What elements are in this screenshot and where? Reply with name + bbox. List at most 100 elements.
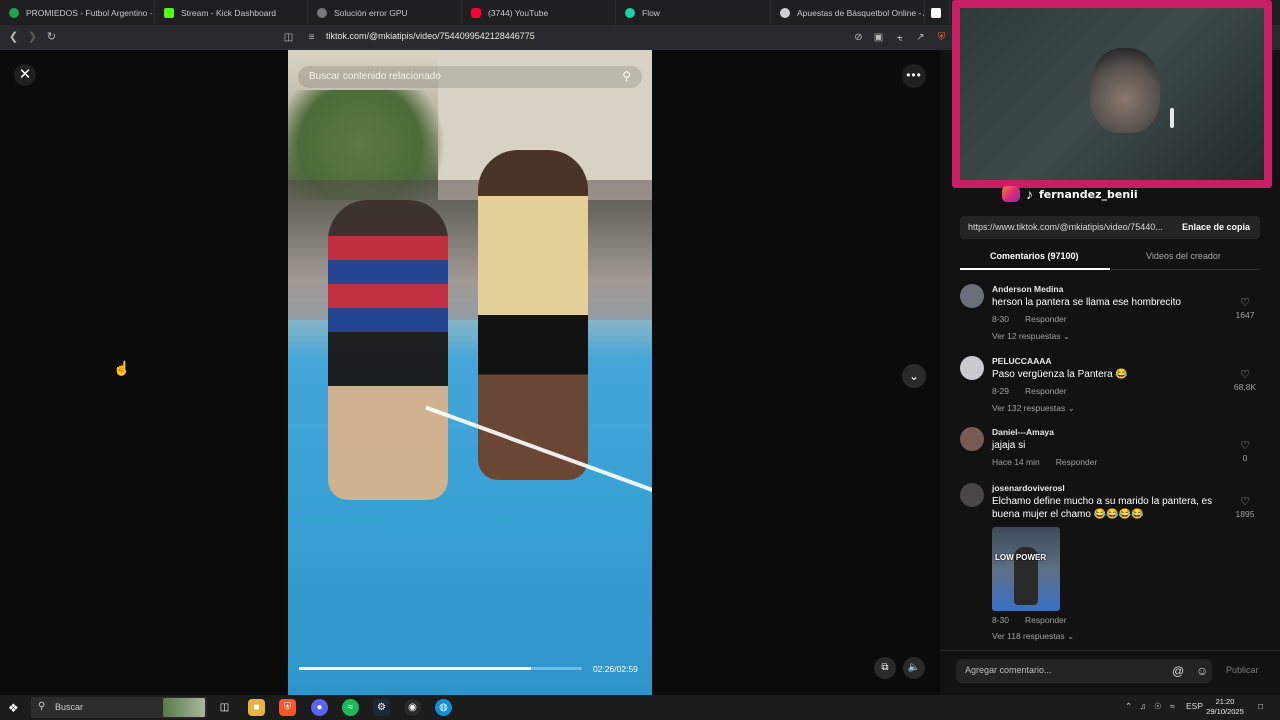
- comment-username[interactable]: josenardoviverosl: [992, 483, 1065, 493]
- notifications-icon[interactable]: □: [1258, 701, 1263, 711]
- comment-gif[interactable]: LOW POWER: [992, 527, 1060, 611]
- clock-time: 21:20: [1215, 697, 1235, 706]
- bookmark-icon[interactable]: ◫: [282, 31, 295, 44]
- discord-icon[interactable]: ●: [311, 699, 328, 716]
- view-replies-button[interactable]: Ver 132 respuestas ⌄: [992, 403, 1075, 414]
- back-icon[interactable]: ❮: [6, 30, 21, 45]
- picture-in-picture-icon[interactable]: ⧉: [874, 657, 896, 679]
- comment-date: 8-30: [992, 314, 1010, 324]
- share-link-row: https://www.tiktok.com/@mkiatipis/video/…: [960, 216, 1260, 239]
- mention-icon[interactable]: @: [1172, 664, 1184, 678]
- volume-icon[interactable]: 🔈: [903, 657, 925, 679]
- tray-speaker-icon[interactable]: ♫: [1140, 701, 1146, 711]
- search-icon[interactable]: ⚲: [622, 69, 631, 83]
- taskbar-clock[interactable]: 21:20 29/10/2025: [1200, 697, 1250, 717]
- webcam-overlay: ♪ fernandez_benii: [952, 0, 1272, 208]
- windows-start-icon[interactable]: ❖: [8, 701, 19, 715]
- comment-text: Elchamo define mucho a su marido la pant…: [992, 496, 1213, 520]
- steam-icon[interactable]: ⚙: [373, 699, 390, 716]
- tab-label: Apuestas de Básquetbol Online - Ap: [797, 7, 925, 18]
- reply-button[interactable]: Responder: [1025, 615, 1067, 625]
- brave-icon[interactable]: ⛨: [279, 699, 296, 716]
- site-settings-icon[interactable]: ≡: [305, 31, 318, 44]
- comment-meta: Hace 14 min Responder: [992, 457, 1097, 467]
- share-icon[interactable]: ↗: [914, 31, 927, 44]
- tiktok-icon: ♪: [1026, 186, 1033, 202]
- comment-item: Daniel---Amaya jajaja si Hace 14 min Resp…: [960, 427, 1260, 471]
- tray-mic-icon[interactable]: ☉: [1154, 701, 1162, 712]
- browser-tab-youtube[interactable]: (3744) YouTube: [462, 0, 616, 25]
- related-search-input[interactable]: Buscar contenido relacionado ⚲: [298, 66, 642, 88]
- reply-button[interactable]: Responder: [1056, 457, 1098, 467]
- share-link[interactable]: https://www.tiktok.com/@mkiatipis/video/…: [968, 222, 1173, 232]
- comment-username[interactable]: Daniel---Amaya: [992, 427, 1054, 437]
- tracking-icon[interactable]: ⊘: [852, 31, 865, 44]
- taskbar-search-label: Buscar: [55, 702, 84, 712]
- more-options-icon[interactable]: •••: [902, 64, 926, 88]
- like-button[interactable]: ♡ 1895: [1230, 495, 1260, 519]
- panel-tabs: Comentarios (97100) Videos del creador: [960, 246, 1260, 270]
- comment-item: PELUCCAAAA Paso vergüenza la Pantera 😂 8…: [960, 356, 1260, 418]
- comment-meta: 8-29 Responder: [992, 386, 1067, 396]
- like-button[interactable]: ♡ 1647: [1230, 296, 1260, 320]
- chevron-down-icon[interactable]: ⌄: [902, 364, 926, 388]
- comment-input[interactable]: Agregar comentario... @ ☺: [956, 659, 1212, 683]
- mouse-cursor-icon: ☝: [113, 360, 131, 376]
- avatar[interactable]: [960, 356, 984, 380]
- browser-tab-flow[interactable]: Flow: [616, 0, 771, 25]
- translate-icon[interactable]: ⨧: [893, 31, 906, 44]
- browser-tab-tiktok-active[interactable]: [925, 0, 950, 25]
- file-explorer-icon[interactable]: ■: [248, 699, 265, 716]
- video-frame-player-striped: [328, 200, 448, 500]
- comment-username[interactable]: Anderson Medina: [992, 284, 1063, 294]
- forward-icon[interactable]: ❯: [25, 30, 40, 45]
- view-replies-label: Ver 132 respuestas: [992, 403, 1066, 413]
- emoji-icon[interactable]: ☺: [1196, 664, 1208, 678]
- edge-icon[interactable]: ◍: [435, 699, 452, 716]
- reload-icon[interactable]: ↻: [44, 30, 59, 45]
- post-comment-button[interactable]: Publicar: [1226, 665, 1259, 675]
- taskbar-search[interactable]: ⚲ Buscar: [31, 697, 207, 718]
- browser-tab-apuestas[interactable]: Apuestas de Básquetbol Online - Ap: [771, 0, 925, 25]
- webcam-person: [1090, 48, 1160, 133]
- comment-text: Paso vergüenza la Pantera 😂: [992, 369, 1128, 380]
- view-replies-button[interactable]: Ver 12 respuestas ⌄: [992, 331, 1070, 342]
- video-progress-bar[interactable]: [299, 667, 582, 670]
- reply-button[interactable]: Responder: [1025, 386, 1067, 396]
- reply-button[interactable]: Responder: [1025, 314, 1067, 324]
- webcam-namebar: ♪ fernandez_benii: [1002, 184, 1138, 204]
- tray-wifi-icon[interactable]: ≈: [1170, 701, 1175, 711]
- clock-date: 29/10/2025: [1206, 707, 1244, 716]
- flow-favicon-icon: [625, 7, 635, 18]
- tray-chevron-up-icon[interactable]: ⌃: [1125, 701, 1132, 712]
- tab-creator-videos[interactable]: Videos del creador: [1146, 251, 1221, 261]
- browser-tab-gpu[interactable]: Solución error GPU: [308, 0, 462, 25]
- view-replies-label: Ver 118 respuestas: [992, 631, 1065, 641]
- tiktok-favicon-icon: [931, 7, 941, 18]
- sidebar-icon[interactable]: ▣: [872, 31, 885, 44]
- close-icon[interactable]: ✕: [14, 64, 36, 86]
- comment-input-placeholder: Agregar comentario...: [965, 665, 1052, 675]
- obs-icon[interactable]: ◉: [404, 699, 421, 716]
- task-view-icon[interactable]: ◫: [216, 699, 233, 716]
- tab-comments[interactable]: Comentarios (97100): [990, 251, 1079, 261]
- video-player[interactable]: [288, 50, 652, 695]
- like-button[interactable]: ♡ 68,8K: [1230, 368, 1260, 392]
- tab-label: PROMIEDOS - Futbol Argentino - Fi: [26, 7, 155, 18]
- url-field[interactable]: tiktok.com/@mkiatipis/video/754409954212…: [326, 31, 535, 41]
- spotify-icon[interactable]: ≈: [342, 699, 359, 716]
- webcam-hand: [1170, 108, 1174, 128]
- avatar[interactable]: [960, 483, 984, 507]
- avatar[interactable]: [960, 427, 984, 451]
- view-replies-label: Ver 12 respuestas: [992, 331, 1061, 341]
- avatar[interactable]: [960, 284, 984, 308]
- promiedos-favicon-icon: [9, 7, 19, 18]
- copy-link-button[interactable]: Enlace de copia: [1182, 222, 1250, 232]
- heart-icon: ♡: [1240, 297, 1250, 309]
- browser-tab-promiedos[interactable]: PROMIEDOS - Futbol Argentino - Fi: [0, 0, 155, 25]
- comment-username[interactable]: PELUCCAAAA: [992, 356, 1052, 366]
- browser-tab-kick[interactable]: Stream - Kick Dashboard: [155, 0, 308, 25]
- brave-shield-icon[interactable]: ⛨: [935, 31, 948, 44]
- like-button[interactable]: ♡ 0: [1230, 439, 1260, 463]
- view-replies-button[interactable]: Ver 118 respuestas ⌄: [992, 631, 1074, 642]
